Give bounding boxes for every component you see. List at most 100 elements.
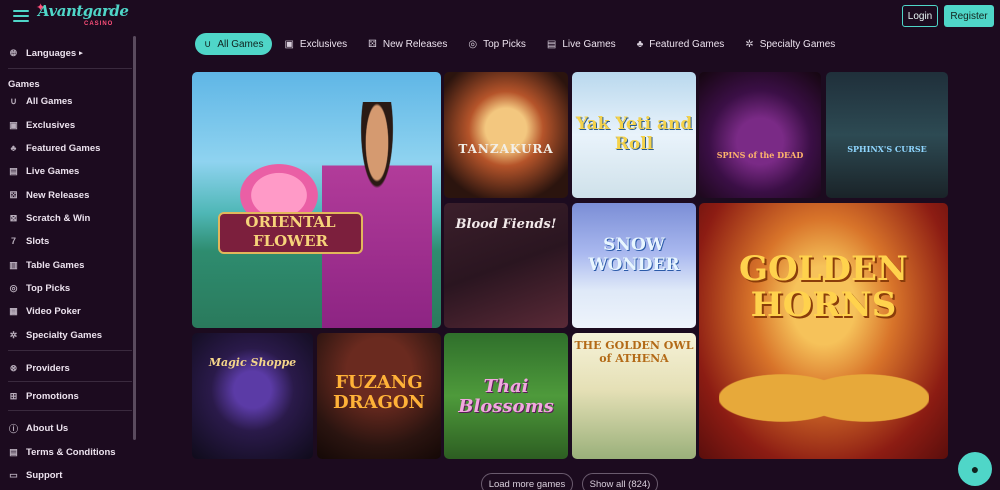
sidebar-item-label: Specialty Games (26, 329, 103, 341)
top-bar: ✦ Avantgarde CASINO Login Register (0, 0, 1000, 34)
game-title: ORIENTAL FLOWER (245, 213, 336, 250)
game-tile-snow-wonder[interactable]: SNOW WONDER (572, 203, 696, 328)
chat-button[interactable]: ● (958, 452, 992, 486)
sidebar-item-label: Scratch & Win (26, 212, 91, 224)
game-tile-sphinxs-curse[interactable]: SPHINX'S CURSE (826, 72, 948, 198)
table-icon: ▥ (9, 259, 18, 270)
game-tile-blood-fiends[interactable]: Blood Fiends! (444, 203, 568, 328)
game-title: GOLDEN HORNS (738, 249, 909, 325)
exclusive-icon: ▣ (9, 119, 18, 130)
sidebar-item-about-us[interactable]: ⓘ About Us (8, 420, 68, 436)
chip-icon: ◎ (9, 282, 18, 293)
sidebar-item-label: Exclusives (26, 119, 76, 131)
game-title: Blood Fiends! (455, 217, 557, 232)
game-tile-oriental-flower[interactable]: ORIENTAL FLOWER (192, 72, 441, 328)
sidebar: 🌐︎ Languages ▸ Games ∪ All Games ▣ Exclu… (0, 36, 138, 490)
sidebar-divider (8, 350, 132, 351)
clover-icon: ♣ (10, 143, 17, 153)
sidebar-item-live-games[interactable]: ▤ Live Games (8, 163, 79, 179)
game-tile-yak-yeti-roll[interactable]: Yak Yeti and Roll (572, 72, 696, 198)
logo-star-icon: ✦ (36, 2, 46, 14)
sidebar-item-all-games[interactable]: ∪ All Games (8, 93, 72, 109)
sidebar-item-providers[interactable]: ⊗ Providers (8, 360, 70, 376)
sidebar-item-video-poker[interactable]: ▦ Video Poker (8, 303, 81, 319)
register-button[interactable]: Register (944, 5, 994, 27)
logo[interactable]: ✦ Avantgarde CASINO (36, 2, 129, 32)
cards-icon: ▤ (9, 165, 18, 176)
game-title: Yak Yeti and Roll (575, 114, 693, 154)
tab-label: Exclusives (299, 38, 348, 50)
tab-label: Specialty Games (759, 38, 836, 50)
category-tabs: ∪ All Games ▣ Exclusives ⚄ New Releases … (195, 32, 847, 56)
game-title: TANZAKURA (458, 142, 554, 156)
clover-icon: ♣ (636, 38, 644, 50)
sidebar-item-table-games[interactable]: ▥ Table Games (8, 257, 84, 273)
game-tile-golden-owl-of-athena[interactable]: THE GOLDEN OWL of ATHENA (572, 333, 696, 459)
tab-all-games[interactable]: ∪ All Games (195, 33, 273, 55)
sidebar-item-label: Video Poker (26, 305, 81, 317)
document-icon: ▤ (9, 446, 18, 457)
sidebar-item-top-picks[interactable]: ◎ Top Picks (8, 280, 71, 296)
game-tile-spins-of-the-dead[interactable]: SPINS of the DEAD (699, 72, 821, 198)
game-tile-golden-horns[interactable]: GOLDEN HORNS (699, 203, 948, 459)
game-tile-magic-shoppe[interactable]: Magic Shoppe (192, 333, 313, 459)
game-title: SNOW WONDER (588, 235, 680, 275)
game-art (719, 343, 929, 453)
tab-new-releases[interactable]: ⚄ New Releases (359, 33, 456, 55)
dice-icon: ⚄ (368, 38, 377, 50)
sidebar-languages-label: Languages (26, 47, 77, 59)
tab-featured-games[interactable]: ♣ Featured Games (628, 33, 734, 55)
sidebar-languages[interactable]: 🌐︎ Languages ▸ (8, 45, 83, 61)
tab-specialty-games[interactable]: ✲ Specialty Games (736, 33, 844, 55)
sidebar-item-label: Providers (26, 362, 70, 374)
sidebar-item-scratch-win[interactable]: ⊠ Scratch & Win (8, 210, 91, 226)
game-title: Thai Blossoms (458, 376, 554, 417)
gift-icon: ⊞ (9, 390, 18, 401)
cards-icon: ▤ (546, 38, 557, 50)
sidebar-item-new-releases[interactable]: ⚄ New Releases (8, 187, 90, 203)
tab-label: Top Picks (483, 38, 526, 50)
menu-icon[interactable] (13, 10, 29, 22)
sidebar-item-specialty-games[interactable]: ✲ Specialty Games (8, 327, 102, 343)
sidebar-item-label: Top Picks (26, 282, 71, 294)
sidebar-scrollbar[interactable] (133, 36, 136, 440)
tab-label: Featured Games (649, 38, 725, 50)
sidebar-item-exclusives[interactable]: ▣ Exclusives (8, 117, 75, 133)
sidebar-item-promotions[interactable]: ⊞ Promotions (8, 388, 79, 404)
load-more-button[interactable]: Load more games (481, 473, 573, 490)
poker-icon: ▦ (9, 305, 18, 316)
game-tile-tanzakura[interactable]: TANZAKURA (444, 72, 568, 198)
info-icon: ⓘ (8, 423, 18, 434)
game-title: SPHINX'S CURSE (847, 144, 927, 154)
sidebar-item-featured-games[interactable]: ♣ Featured Games (8, 140, 101, 156)
sidebar-item-terms[interactable]: ▤ Terms & Conditions (8, 444, 116, 460)
tab-top-picks[interactable]: ◎ Top Picks (459, 33, 535, 55)
sidebar-item-support[interactable]: ▭ Support (8, 467, 62, 483)
sidebar-item-slots[interactable]: 7 Slots (8, 233, 49, 249)
game-tile-thai-blossoms[interactable]: Thai Blossoms (444, 333, 568, 459)
sidebar-games-heading: Games (8, 79, 40, 90)
lotus-art (240, 164, 318, 216)
game-tile-fuzang-dragon[interactable]: FUZANG DRAGON (317, 333, 441, 459)
star-icon: ✲ (745, 38, 754, 50)
tab-exclusives[interactable]: ▣ Exclusives (275, 33, 356, 55)
seven-icon: 7 (10, 236, 16, 246)
game-title: SPINS of the DEAD (716, 150, 804, 160)
tab-live-games[interactable]: ▤ Live Games (538, 33, 625, 55)
dice-icon: ⚄ (9, 189, 18, 200)
tab-label: Live Games (562, 38, 616, 50)
sidebar-item-label: Terms & Conditions (26, 446, 116, 458)
logo-text: Avantgarde (38, 2, 129, 20)
login-button[interactable]: Login (902, 5, 938, 27)
chat-icon: ▭ (9, 469, 18, 480)
providers-icon: ⊗ (9, 362, 18, 373)
game-title: FUZANG DRAGON (332, 372, 426, 413)
horseshoe-icon: ∪ (204, 38, 212, 50)
sidebar-item-label: Slots (26, 235, 50, 247)
horseshoe-icon: ∪ (10, 95, 17, 106)
exclusive-icon: ▣ (284, 38, 294, 50)
sidebar-item-label: New Releases (26, 189, 90, 201)
show-all-button[interactable]: Show all (824) (582, 473, 658, 490)
sidebar-item-label: Promotions (26, 390, 79, 402)
chat-icon: ● (970, 461, 980, 477)
